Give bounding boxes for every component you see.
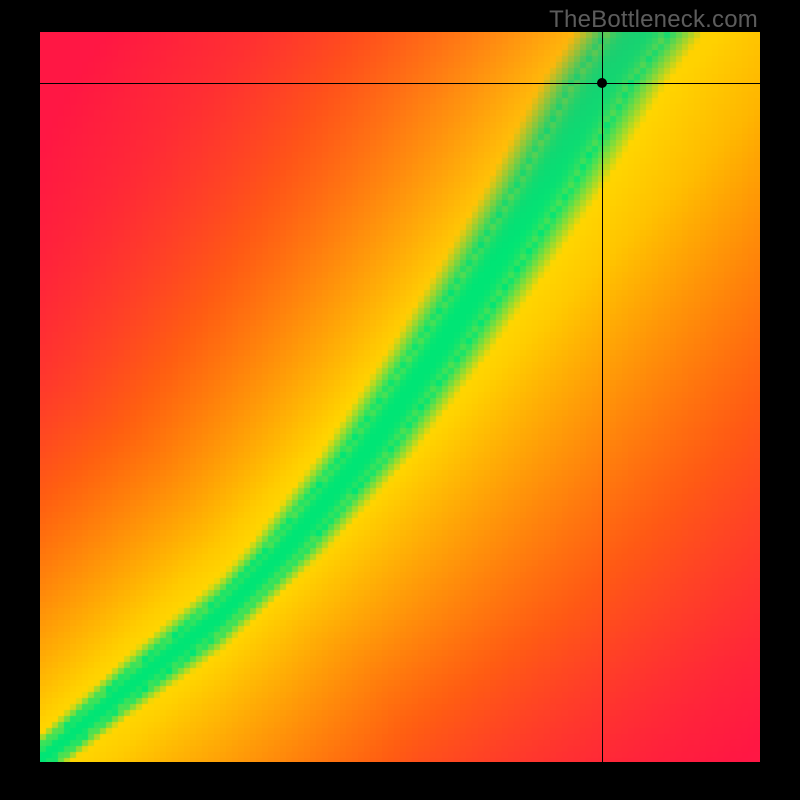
chart-frame [40, 32, 760, 762]
bottleneck-heatmap [40, 32, 760, 762]
watermark: TheBottleneck.com [549, 6, 758, 34]
